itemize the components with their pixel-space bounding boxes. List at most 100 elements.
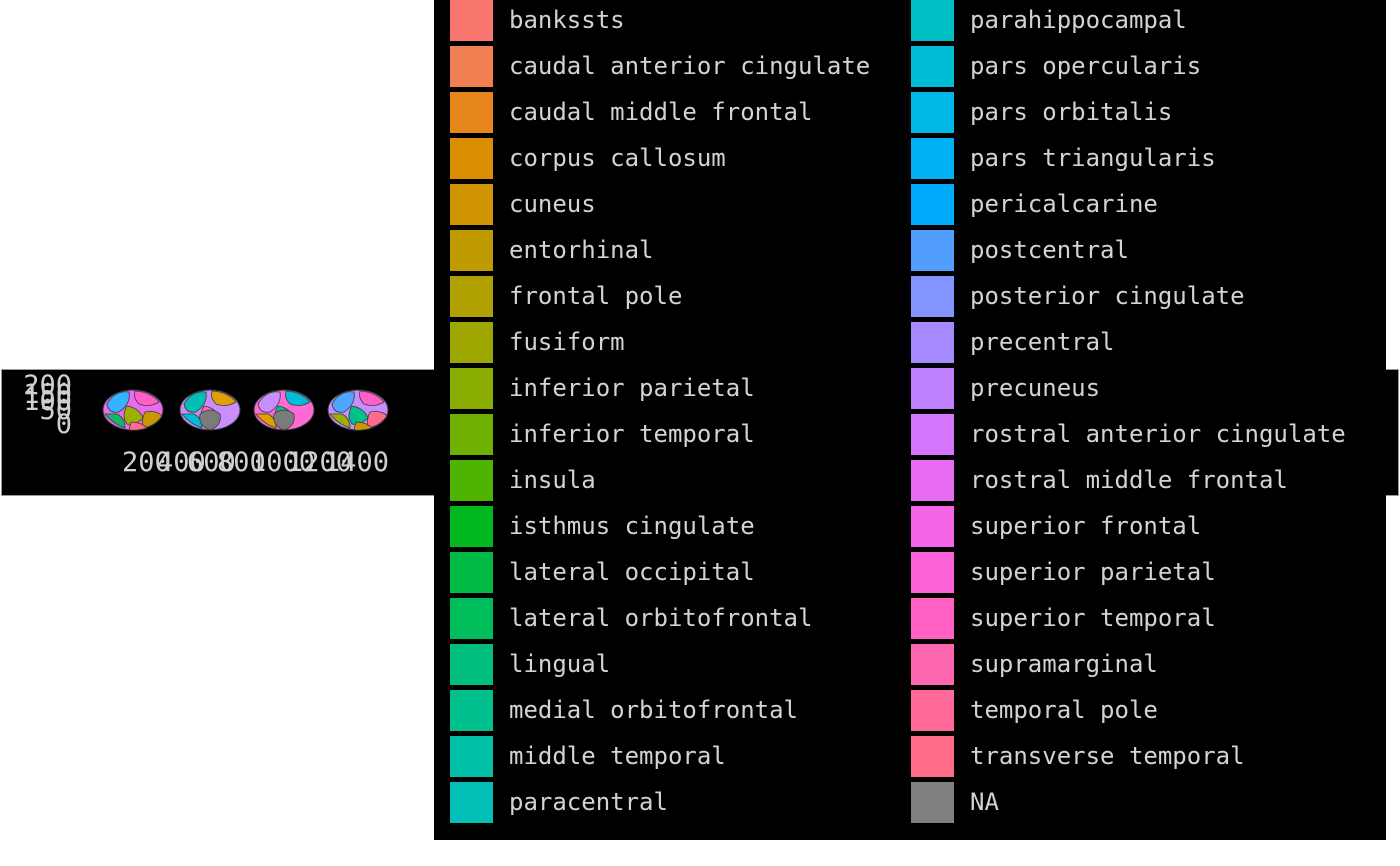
- legend-color-swatch: [450, 414, 493, 455]
- legend-item: caudal middle frontal: [450, 92, 920, 138]
- brain-lateral-left: [102, 389, 164, 431]
- legend-label: pericalcarine: [970, 190, 1158, 218]
- x-tick-label: 1400: [324, 447, 389, 478]
- legend-color-swatch: [450, 0, 493, 41]
- legend-color-swatch: [911, 782, 954, 823]
- legend-label: lateral orbitofrontal: [509, 604, 813, 632]
- brain-region: [134, 390, 160, 406]
- legend-color-swatch: [450, 644, 493, 685]
- legend-label: rostral middle frontal: [970, 466, 1288, 494]
- legend-label: lateral occipital: [509, 558, 755, 586]
- legend-item: pars triangularis: [911, 138, 1381, 184]
- legend-color-swatch: [911, 92, 954, 133]
- legend-label: cuneus: [509, 190, 596, 218]
- brain-region: [285, 390, 311, 406]
- legend-label: frontal pole: [509, 282, 683, 310]
- legend-item: lingual: [450, 644, 920, 690]
- legend-color-swatch: [450, 322, 493, 363]
- legend-item: rostral anterior cingulate: [911, 414, 1381, 460]
- legend-item: frontal pole: [450, 276, 920, 322]
- legend-item: caudal anterior cingulate: [450, 46, 920, 92]
- legend-label: transverse temporal: [970, 742, 1245, 770]
- legend-color-swatch: [911, 598, 954, 639]
- legend-color-swatch: [911, 414, 954, 455]
- legend-label: fusiform: [509, 328, 625, 356]
- legend-item: precuneus: [911, 368, 1381, 414]
- legend-color-swatch: [450, 506, 493, 547]
- legend-label: middle temporal: [509, 742, 726, 770]
- legend-item: posterior cingulate: [911, 276, 1381, 322]
- legend-label: pars triangularis: [970, 144, 1216, 172]
- legend-item: supramarginal: [911, 644, 1381, 690]
- legend-color-swatch: [450, 46, 493, 87]
- legend-color-swatch: [911, 230, 954, 271]
- legend-item: corpus callosum: [450, 138, 920, 184]
- legend-color-swatch: [450, 138, 493, 179]
- legend-item: lateral occipital: [450, 552, 920, 598]
- legend-label: isthmus cingulate: [509, 512, 755, 540]
- legend-label: parahippocampal: [970, 6, 1187, 34]
- brain-medial-left: [179, 389, 241, 431]
- legend-item: inferior temporal: [450, 414, 920, 460]
- legend-label: inferior temporal: [509, 420, 755, 448]
- legend-label: superior frontal: [970, 512, 1202, 540]
- legend-label: posterior cingulate: [970, 282, 1245, 310]
- legend-color-swatch: [450, 598, 493, 639]
- legend-color-swatch: [450, 736, 493, 777]
- legend-item: paracentral: [450, 782, 920, 828]
- legend-color-swatch: [911, 644, 954, 685]
- brain-region: [211, 390, 237, 406]
- legend-color-swatch: [450, 230, 493, 271]
- legend-item: rostral middle frontal: [911, 460, 1381, 506]
- legend-label: bankssts: [509, 6, 625, 34]
- legend-item: medial orbitofrontal: [450, 690, 920, 736]
- legend-label: rostral anterior cingulate: [970, 420, 1346, 448]
- legend-color-swatch: [450, 92, 493, 133]
- legend-item: transverse temporal: [911, 736, 1381, 782]
- legend-color-swatch: [911, 690, 954, 731]
- legend-label: caudal middle frontal: [509, 98, 813, 126]
- brain-medial-right: [253, 389, 315, 431]
- legend-color-swatch: [911, 736, 954, 777]
- legend-label: superior temporal: [970, 604, 1216, 632]
- legend-color-swatch: [450, 276, 493, 317]
- legend-item: isthmus cingulate: [450, 506, 920, 552]
- brain-lateral-right: [327, 389, 389, 431]
- legend-item: superior frontal: [911, 506, 1381, 552]
- legend-item: pars orbitalis: [911, 92, 1381, 138]
- legend-item: pars opercularis: [911, 46, 1381, 92]
- legend-label: pars orbitalis: [970, 98, 1173, 126]
- legend-item: insula: [450, 460, 920, 506]
- legend-color-swatch: [450, 690, 493, 731]
- legend-item: lateral orbitofrontal: [450, 598, 920, 644]
- legend-label: NA: [970, 788, 999, 816]
- legend-label: caudal anterior cingulate: [509, 52, 871, 80]
- legend-color-swatch: [911, 138, 954, 179]
- legend-color-swatch: [911, 184, 954, 225]
- legend-color-swatch: [450, 552, 493, 593]
- legend-label: insula: [509, 466, 596, 494]
- legend: bankssts caudal anterior cingulate caudal …: [434, 0, 1386, 840]
- legend-label: lingual: [509, 650, 611, 678]
- legend-label: inferior parietal: [509, 374, 755, 402]
- legend-item: temporal pole: [911, 690, 1381, 736]
- legend-item: inferior parietal: [450, 368, 920, 414]
- legend-label: temporal pole: [970, 696, 1158, 724]
- legend-label: supramarginal: [970, 650, 1158, 678]
- legend-item: middle temporal: [450, 736, 920, 782]
- legend-item: superior parietal: [911, 552, 1381, 598]
- legend-label: entorhinal: [509, 236, 654, 264]
- legend-item: pericalcarine: [911, 184, 1381, 230]
- legend-item: precentral: [911, 322, 1381, 368]
- legend-color-swatch: [450, 184, 493, 225]
- legend-color-swatch: [911, 368, 954, 409]
- legend-item: postcentral: [911, 230, 1381, 276]
- legend-color-swatch: [911, 460, 954, 501]
- legend-color-swatch: [911, 46, 954, 87]
- legend-label: precentral: [970, 328, 1115, 356]
- legend-label: paracentral: [509, 788, 668, 816]
- legend-color-swatch: [450, 460, 493, 501]
- legend-item: superior temporal: [911, 598, 1381, 644]
- legend-label: precuneus: [970, 374, 1101, 402]
- legend-item: NA: [911, 782, 1381, 828]
